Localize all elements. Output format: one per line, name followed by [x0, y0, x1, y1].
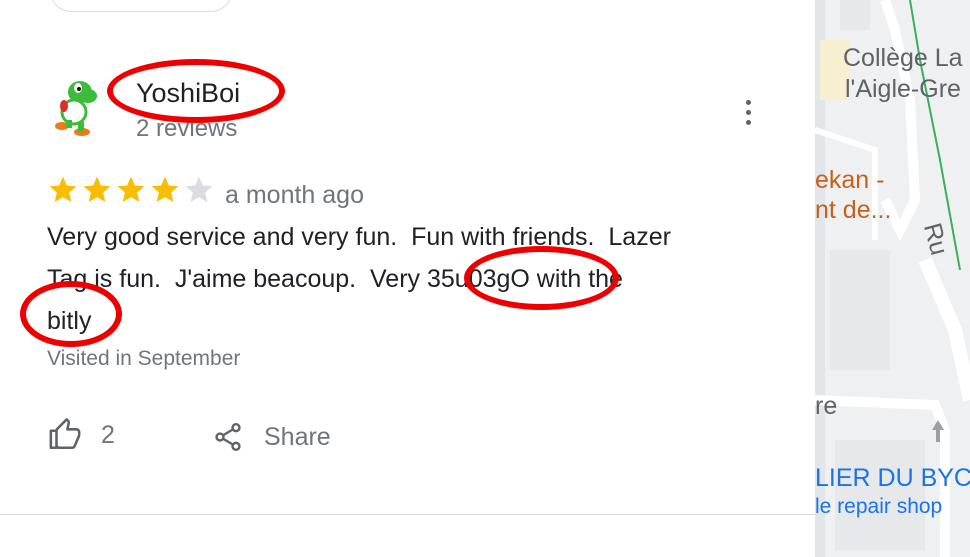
reviewer-name[interactable]: YoshiBoi [136, 78, 240, 109]
arrow-up-icon [932, 420, 944, 442]
star-rating [47, 174, 215, 206]
visited-date: Visited in September [47, 347, 241, 370]
star-filled-icon [49, 176, 77, 202]
map-label-place-2[interactable]: nt de... [815, 196, 891, 225]
more-vert-icon-dot [745, 109, 751, 115]
share-icon [215, 423, 241, 451]
map-label-shop[interactable]: LIER DU BYC [815, 464, 970, 493]
review-text-line: Very good service and very fun. Fun with… [47, 223, 671, 251]
like-button[interactable]: 2 [47, 418, 115, 452]
share-label: Share [264, 422, 331, 451]
thumbs-up-icon [49, 418, 81, 450]
more-options-button[interactable] [734, 95, 762, 129]
like-count: 2 [101, 420, 115, 449]
review-count[interactable]: 2 reviews [136, 115, 237, 143]
reviewer-avatar[interactable] [52, 76, 104, 140]
yoshi-avatar [55, 81, 97, 136]
review-text-line: Tag is fun. J'aime beacoup. Very 35u03gO… [47, 265, 623, 293]
review-text-line: bitly [47, 307, 92, 335]
top-pill-button[interactable] [50, 0, 232, 12]
review-time: a month ago [225, 181, 364, 209]
review-text: Very good service and very fun. Fun with… [47, 216, 787, 342]
map-label-place[interactable]: ekan - [815, 166, 884, 195]
map-label-shop-type[interactable]: le repair shop [815, 495, 942, 519]
map-label-school-2[interactable]: l'Aigle-Gre [845, 75, 961, 104]
star-filled-icon [117, 176, 145, 202]
star-filled-icon [83, 176, 111, 202]
share-button[interactable]: Share [212, 420, 331, 454]
divider [0, 514, 815, 515]
star-filled-icon [151, 176, 179, 202]
more-vert-icon-dot [745, 99, 751, 105]
map-label-partial[interactable]: re [815, 392, 837, 421]
star-empty-icon [185, 176, 213, 202]
map-view[interactable]: Collège La l'Aigle-Gre ekan - nt de... R… [815, 0, 970, 557]
review-panel: YoshiBoi 2 reviews a month ago Very good… [0, 0, 815, 557]
map-label-school[interactable]: Collège La [843, 44, 963, 73]
more-vert-icon-dot [745, 119, 751, 125]
